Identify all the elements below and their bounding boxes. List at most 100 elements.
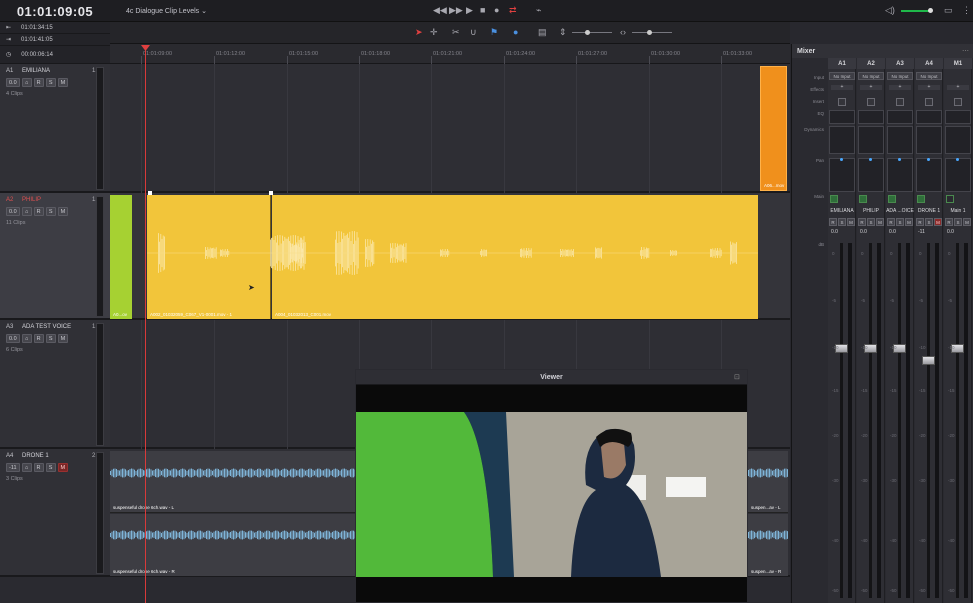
- add-effect-button[interactable]: +: [918, 85, 940, 90]
- pan-control[interactable]: [916, 158, 942, 192]
- input-selector[interactable]: No Input: [829, 72, 855, 80]
- track-lane-a1[interactable]: [110, 64, 790, 193]
- mute-button[interactable]: M: [934, 218, 942, 226]
- track-header-a3[interactable]: A3 ADA TEST VOICE 1.0 0.0⌂RSM 6 Clips: [0, 320, 110, 449]
- insert-toggle[interactable]: [896, 98, 904, 106]
- eq-graph[interactable]: [858, 110, 884, 124]
- zoom-slider-handle[interactable]: [585, 30, 590, 35]
- pan-control[interactable]: [829, 158, 855, 192]
- zoom-slider[interactable]: [572, 32, 612, 33]
- main-bus-assign[interactable]: [946, 195, 954, 203]
- range-tool-icon[interactable]: ✛: [430, 28, 438, 37]
- track-level[interactable]: 0.0: [6, 207, 20, 216]
- insert-toggle[interactable]: [867, 98, 875, 106]
- add-effect-button[interactable]: +: [860, 85, 882, 90]
- dynamics-graph[interactable]: [858, 126, 884, 154]
- stop-icon[interactable]: ■: [480, 6, 485, 15]
- playhead[interactable]: [145, 47, 146, 603]
- record-arm-button[interactable]: R: [33, 463, 44, 472]
- input-selector[interactable]: No Input: [916, 72, 942, 80]
- main-bus-assign[interactable]: [888, 195, 896, 203]
- solo-button[interactable]: S: [45, 78, 56, 87]
- play-icon[interactable]: ▶: [466, 6, 473, 15]
- pan-control[interactable]: [945, 158, 971, 192]
- more-options-icon[interactable]: ⋯: [962, 47, 969, 55]
- solo-button[interactable]: S: [838, 218, 846, 226]
- mute-button[interactable]: M: [57, 463, 69, 472]
- insert-toggle[interactable]: [954, 98, 962, 106]
- solo-button[interactable]: S: [45, 463, 56, 472]
- record-arm-button[interactable]: R: [33, 334, 44, 343]
- waveform-slider[interactable]: [632, 32, 672, 33]
- dynamics-graph[interactable]: [829, 126, 855, 154]
- insert-toggle[interactable]: [838, 98, 846, 106]
- add-effect-button[interactable]: +: [889, 85, 911, 90]
- pan-control[interactable]: [858, 158, 884, 192]
- eq-graph[interactable]: [829, 110, 855, 124]
- record-button[interactable]: R: [887, 218, 895, 226]
- track-level[interactable]: 0.0: [6, 78, 20, 87]
- selection-tool-icon[interactable]: ➤: [415, 28, 423, 37]
- blade-tool-icon[interactable]: ✂: [452, 28, 460, 37]
- viewer-window[interactable]: Viewer ⊡: [355, 369, 748, 603]
- record-arm-button[interactable]: R: [33, 207, 44, 216]
- volume-slider-handle[interactable]: [928, 8, 933, 13]
- clip-a1-orange[interactable]: A06...mov: [760, 66, 787, 191]
- track-name[interactable]: ADA TEST VOICE: [22, 324, 71, 330]
- record-icon[interactable]: ●: [494, 6, 499, 15]
- viewer-pin-icon[interactable]: ⊡: [734, 373, 740, 381]
- lock-icon[interactable]: ⌂: [21, 334, 32, 343]
- solo-button[interactable]: S: [896, 218, 904, 226]
- lock-icon[interactable]: ⌂: [21, 78, 32, 87]
- solo-button[interactable]: S: [867, 218, 875, 226]
- speaker-icon[interactable]: ◁): [885, 6, 895, 15]
- record-button[interactable]: R: [945, 218, 953, 226]
- input-selector[interactable]: No Input: [887, 72, 913, 80]
- rewind-icon[interactable]: ◀◀: [433, 6, 447, 15]
- marker-icon[interactable]: ●: [513, 28, 518, 37]
- eq-graph[interactable]: [945, 110, 971, 124]
- mute-button[interactable]: M: [57, 207, 69, 216]
- dynamics-graph[interactable]: [945, 126, 971, 154]
- solo-button[interactable]: S: [45, 334, 56, 343]
- waveform-slider-handle[interactable]: [647, 30, 652, 35]
- eq-graph[interactable]: [887, 110, 913, 124]
- waveform-zoom-icon[interactable]: ‹›: [620, 28, 626, 37]
- track-height-icon[interactable]: ▤: [538, 28, 547, 37]
- fast-forward-icon[interactable]: ▶▶: [449, 6, 463, 15]
- timeline-name-dropdown[interactable]: 4c Dialogue Clip Levels ⌄: [126, 7, 207, 15]
- clip-handle[interactable]: [148, 191, 152, 195]
- main-bus-assign[interactable]: [859, 195, 867, 203]
- mute-button[interactable]: M: [847, 218, 855, 226]
- snap-icon[interactable]: ∪: [470, 28, 477, 37]
- solo-button[interactable]: S: [925, 218, 933, 226]
- scroll-icon[interactable]: ⌁: [536, 6, 541, 15]
- loop-icon[interactable]: ⇄: [509, 6, 517, 15]
- track-name[interactable]: EMILIANA: [22, 68, 50, 74]
- mute-button[interactable]: M: [905, 218, 913, 226]
- lock-icon[interactable]: ⌂: [21, 463, 32, 472]
- lock-icon[interactable]: ⌂: [21, 207, 32, 216]
- timeline-ruler[interactable]: 01:01:09:00 01:01:12:00 01:01:15:00 01:01:1…: [110, 44, 790, 64]
- viewer-title-bar[interactable]: Viewer: [356, 370, 747, 385]
- main-bus-assign[interactable]: [917, 195, 925, 203]
- settings-icon[interactable]: ⋮: [962, 6, 971, 15]
- track-name[interactable]: DRONE 1: [22, 453, 49, 459]
- mute-button[interactable]: M: [57, 78, 69, 87]
- solo-button[interactable]: S: [954, 218, 962, 226]
- record-button[interactable]: R: [858, 218, 866, 226]
- fader-handle[interactable]: [922, 356, 935, 365]
- flag-icon[interactable]: ⚑: [490, 28, 498, 37]
- add-effect-button[interactable]: +: [831, 85, 853, 90]
- track-level[interactable]: 0.0: [6, 334, 20, 343]
- dynamics-graph[interactable]: [887, 126, 913, 154]
- add-effect-button[interactable]: +: [947, 85, 969, 90]
- clip-handle[interactable]: [269, 191, 273, 195]
- mute-button[interactable]: M: [876, 218, 884, 226]
- eq-graph[interactable]: [916, 110, 942, 124]
- mute-button[interactable]: M: [57, 334, 69, 343]
- track-header-a4[interactable]: A4 DRONE 1 2.0 -11⌂RSM 3 Clips: [0, 449, 110, 577]
- volume-slider[interactable]: [901, 10, 929, 12]
- track-header-a1[interactable]: A1 EMILIANA 1.0 0.0⌂RSM 4 Clips: [0, 64, 110, 193]
- pan-control[interactable]: [887, 158, 913, 192]
